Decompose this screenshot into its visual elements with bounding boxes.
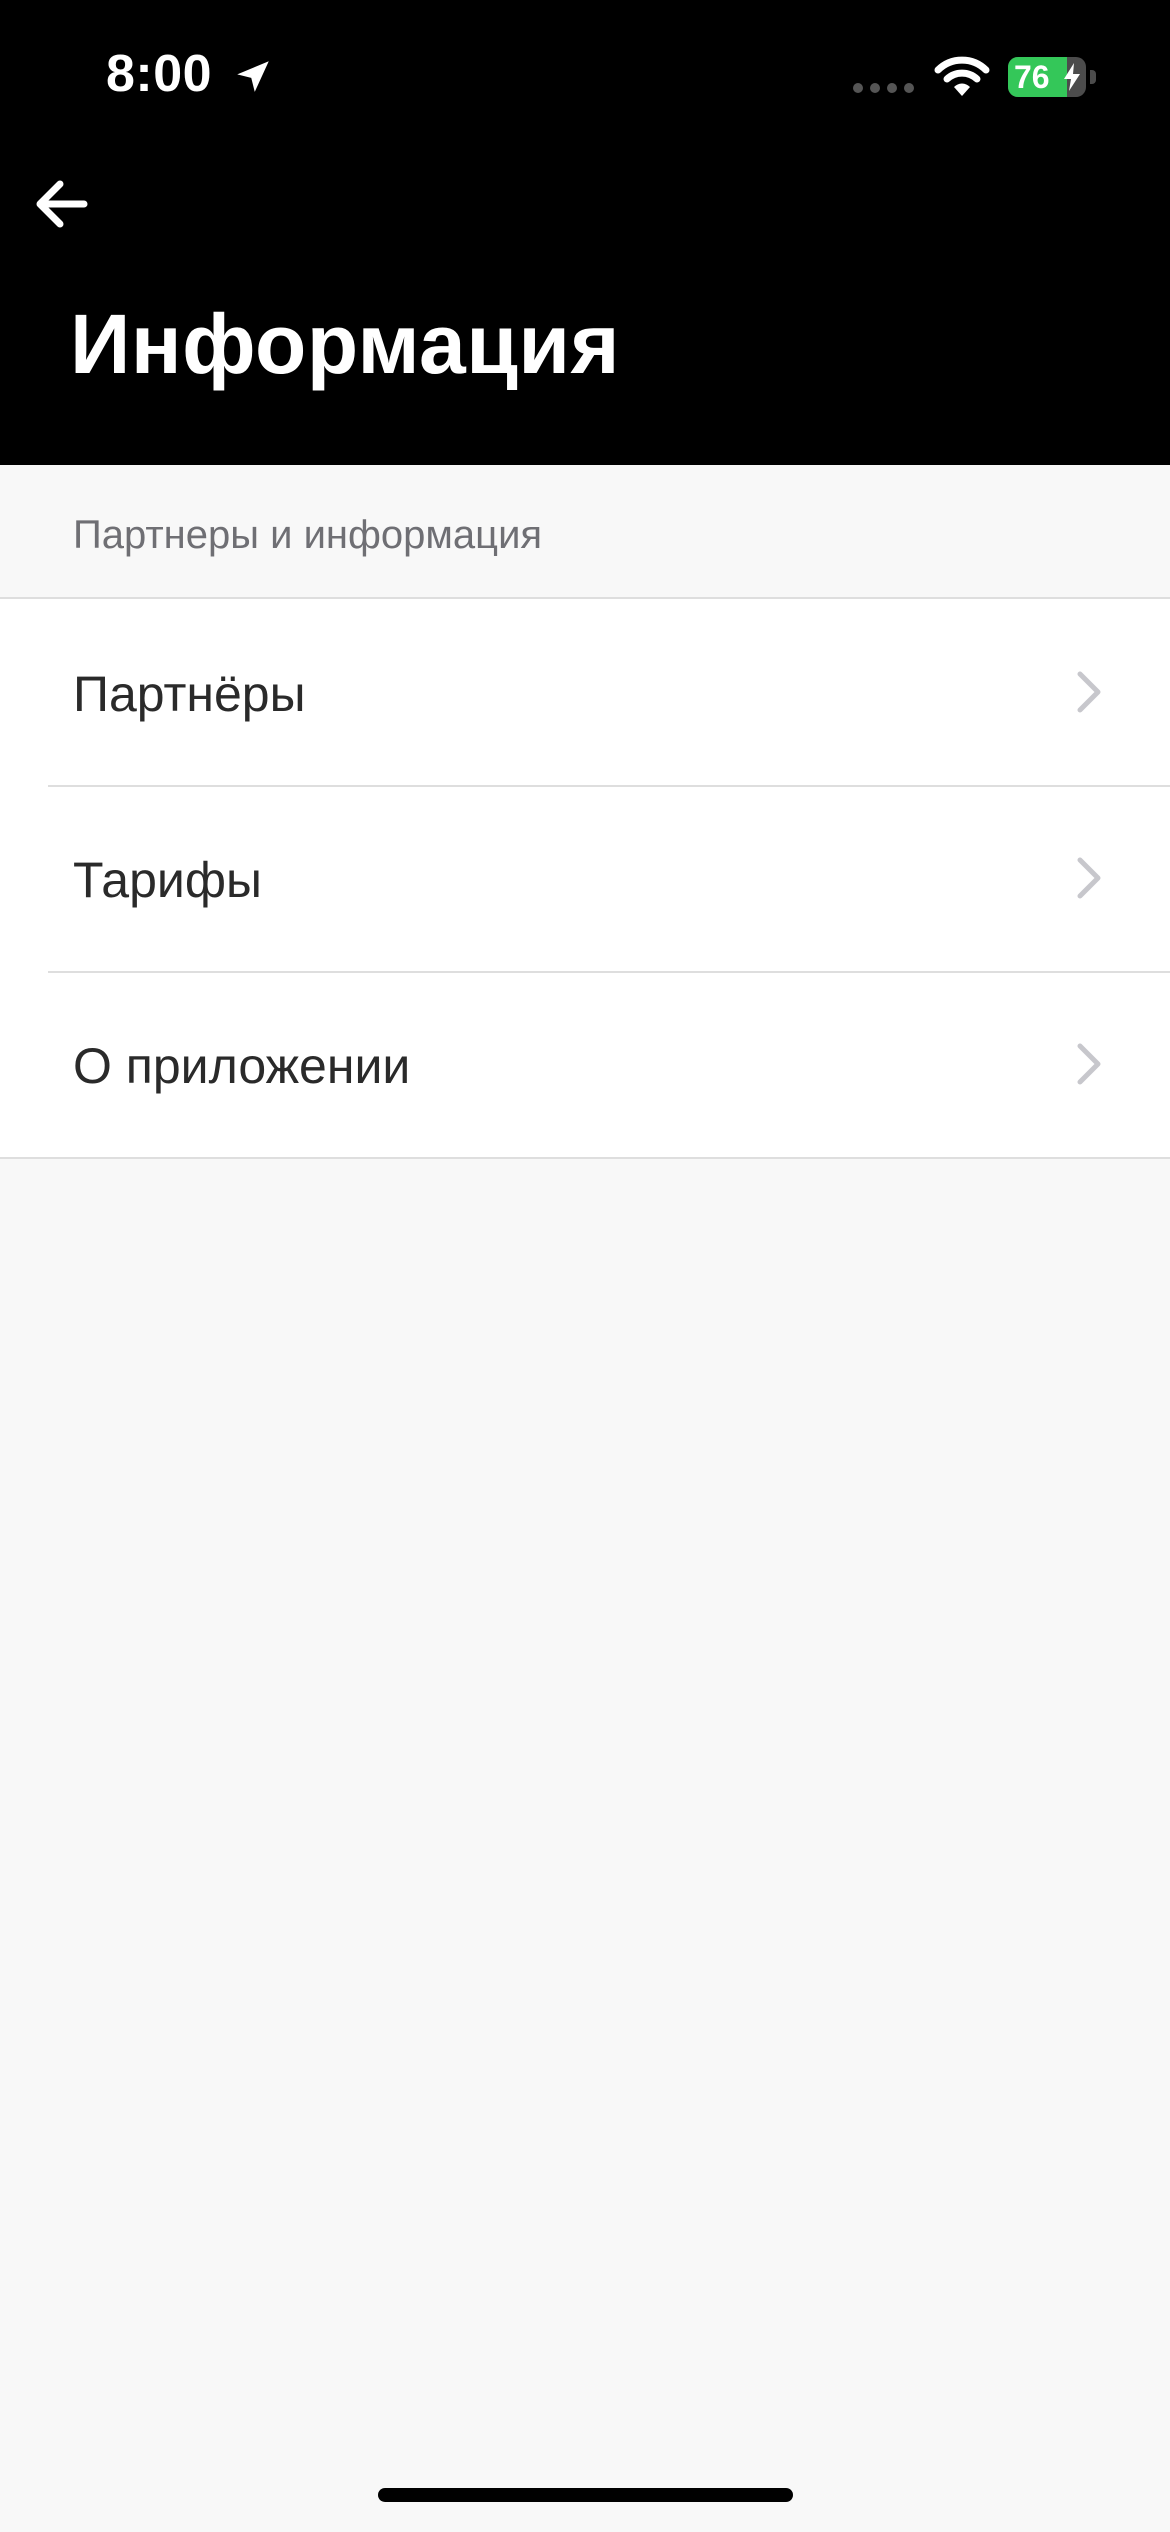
- chevron-right-icon: [1077, 857, 1101, 899]
- location-arrow-icon: [237, 61, 269, 92]
- screen: 8:00 76 Информация Партнеры и информация…: [0, 0, 1170, 2532]
- status-time: 8:00: [106, 45, 213, 103]
- settings-list: Партнёры Тарифы О приложении: [0, 599, 1170, 1159]
- list-item-tariffs[interactable]: Тарифы: [0, 785, 1170, 971]
- battery-body: 76: [1008, 57, 1086, 97]
- list-item-label: Партнёры: [73, 666, 306, 722]
- section-header: Партнеры и информация: [0, 465, 1170, 599]
- section-label: Партнеры и информация: [73, 513, 543, 557]
- header: 8:00 76 Информация: [0, 0, 1170, 465]
- list-item-about-app[interactable]: О приложении: [0, 971, 1170, 1157]
- cellular-signal-icon: [853, 83, 914, 93]
- chevron-right-icon: [1077, 671, 1101, 713]
- back-arrow-icon[interactable]: [24, 166, 100, 242]
- page-title: Информация: [70, 297, 621, 391]
- list-item-partners[interactable]: Партнёры: [0, 599, 1170, 785]
- chevron-right-icon: [1077, 1043, 1101, 1085]
- battery-cap: [1090, 70, 1096, 84]
- wifi-icon: [934, 56, 990, 96]
- charging-bolt-icon: [1064, 63, 1080, 91]
- list-item-label: О приложении: [73, 1038, 411, 1094]
- battery-level: 76: [1014, 59, 1050, 95]
- battery-indicator: 76: [1008, 57, 1098, 97]
- home-indicator[interactable]: [378, 2488, 793, 2502]
- list-item-label: Тарифы: [73, 852, 262, 908]
